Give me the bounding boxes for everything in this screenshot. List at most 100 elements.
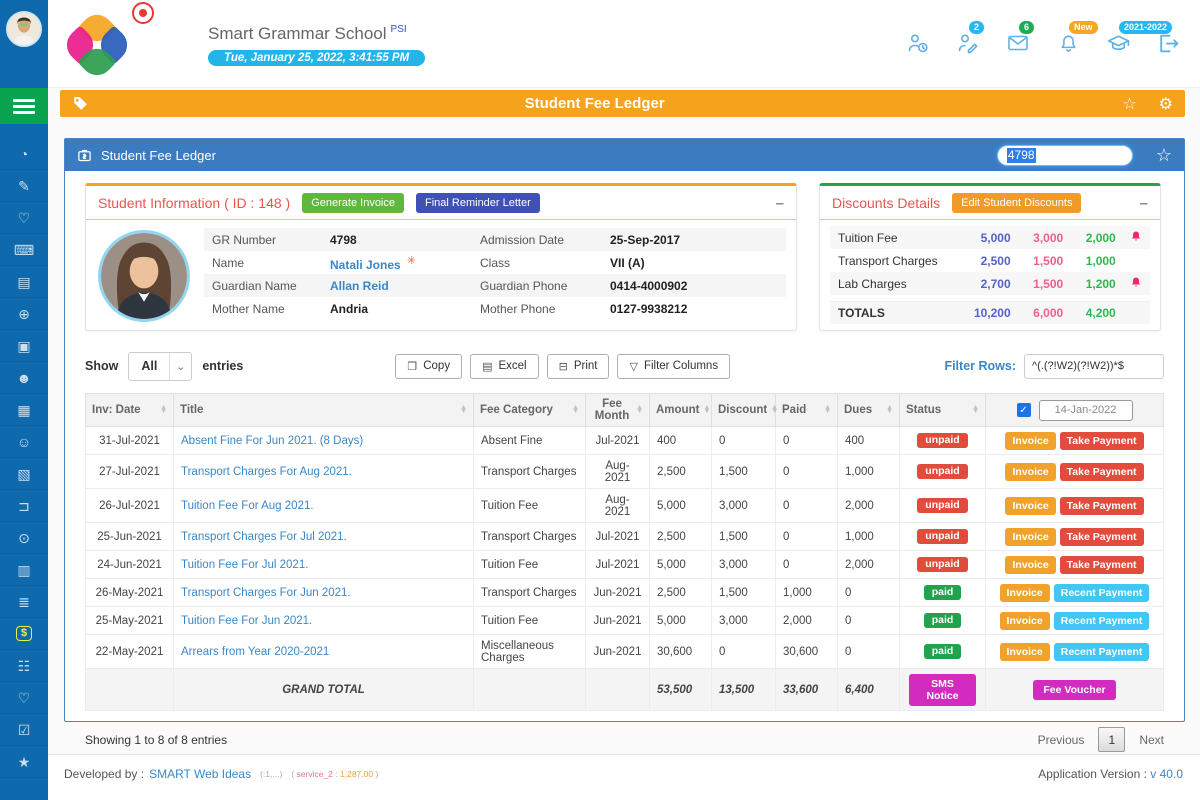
invoice-button[interactable]: Invoice (1005, 556, 1055, 574)
column-header-paid[interactable]: Paid▲▼ (776, 394, 838, 427)
sidebar-item-atm-card[interactable]: ⌨ (0, 234, 48, 266)
table-row: 22-May-2021Arrears from Year 2020-2021Mi… (86, 635, 1164, 669)
previous-page-button[interactable]: Previous (1038, 733, 1085, 747)
invoice-button[interactable]: Invoice (1005, 463, 1055, 481)
sidebar-item-fee-collection[interactable]: $ (0, 618, 48, 650)
status-badge: unpaid (917, 464, 967, 480)
collapse-icon[interactable]: – (1140, 196, 1148, 211)
sms-notice-button[interactable]: SMS Notice (909, 674, 976, 706)
tasks-icon: ☑ (18, 723, 31, 737)
generate-invoice-button[interactable]: Generate Invoice (302, 193, 404, 213)
take-payment-button[interactable]: Take Payment (1060, 463, 1144, 481)
fee-title-link[interactable]: Transport Charges For Aug 2021. (181, 466, 352, 478)
sidebar-item-front-desk[interactable]: ☺ (0, 426, 48, 458)
sidebar-item-students[interactable]: ☻ (0, 362, 48, 394)
sidebar-item-student-edit[interactable]: ✎ (0, 170, 48, 202)
recent-payment-button[interactable]: Recent Payment (1054, 584, 1150, 602)
sidebar-item-transport[interactable]: ⊐ (0, 490, 48, 522)
take-payment-button[interactable]: Take Payment (1060, 432, 1144, 450)
invoice-button[interactable]: Invoice (1000, 584, 1050, 602)
date-filter-checkbox[interactable]: ✓ (1017, 403, 1031, 417)
collapse-icon[interactable]: – (776, 196, 784, 211)
column-header-amount[interactable]: Amount▲▼ (650, 394, 712, 427)
table-header-row: Inv: Date▲▼Title▲▼Fee Category▲▼Fee Mont… (86, 394, 1164, 427)
fee-title-link[interactable]: Arrears from Year 2020-2021 (181, 646, 329, 658)
messages-icon[interactable]: 6 (1005, 30, 1031, 56)
fee-title-link[interactable]: Tuition Fee For Jun 2021. (181, 615, 312, 627)
academic-session-icon[interactable]: 2021-2022 (1105, 30, 1131, 56)
sidebar-item-hr[interactable]: ☷ (0, 650, 48, 682)
fee-title-link[interactable]: Tuition Fee For Aug 2021. (181, 500, 314, 512)
spark-gear-icon: ✳ (407, 255, 416, 267)
user-avatar[interactable] (6, 11, 42, 47)
invoice-button[interactable]: Invoice (1000, 612, 1050, 630)
column-header-fee-month[interactable]: Fee Month▲▼ (586, 394, 650, 427)
notifications-bell-icon[interactable]: New (1055, 30, 1081, 56)
sidebar-item-academics[interactable]: ★ (0, 746, 48, 778)
filter-rows-input[interactable] (1024, 354, 1164, 379)
sidebar-item-health[interactable]: ♡ (0, 202, 48, 234)
invoice-button[interactable]: Invoice (1005, 497, 1055, 515)
fee-title-link[interactable]: Transport Charges For Jun 2021. (181, 587, 351, 599)
sidebar-item-dashboard[interactable]: ◔ (0, 138, 48, 170)
student-info-card: Student Information ( ID : 148 ) Generat… (85, 183, 797, 331)
sidebar-item-id-card[interactable]: ▤ (0, 266, 48, 298)
sidebar-item-website[interactable]: ⊕ (0, 298, 48, 330)
settings-gears-icon[interactable]: ⚙ (1159, 94, 1173, 114)
sidebar-item-gallery[interactable]: ▧ (0, 458, 48, 490)
logout-icon[interactable] (1155, 30, 1181, 56)
final-reminder-button[interactable]: Final Reminder Letter (416, 193, 540, 213)
panel-favorite-star-icon[interactable]: ☆ (1156, 145, 1172, 166)
sidebar-item-tasks[interactable]: ☑ (0, 714, 48, 746)
favorite-star-icon[interactable]: ☆ (1122, 94, 1136, 114)
invoice-button[interactable]: Invoice (1005, 528, 1055, 546)
next-page-button[interactable]: Next (1139, 733, 1164, 747)
page-number-button[interactable]: 1 (1098, 727, 1125, 752)
invoice-button[interactable]: Invoice (1000, 643, 1050, 661)
excel-button[interactable]: ▤Excel (470, 354, 539, 379)
field-value-guardian-name[interactable]: Allan Reid (330, 279, 480, 293)
entries-select[interactable]: All ⌄ (128, 352, 192, 381)
sidebar-item-accounts[interactable]: ⊙ (0, 522, 48, 554)
column-header-inv-date[interactable]: Inv: Date▲▼ (86, 394, 174, 427)
sidebar-item-admissions[interactable]: ▣ (0, 330, 48, 362)
field-value-name[interactable]: Natali Jones✳ (330, 254, 480, 272)
column-header-actions: ✓ (986, 394, 1164, 427)
gt-empty (586, 669, 650, 711)
sidebar-item-library[interactable]: ≣ (0, 586, 48, 618)
take-payment-button[interactable]: Take Payment (1060, 528, 1144, 546)
company-link[interactable]: SMART Web Ideas (149, 767, 251, 781)
column-header-title[interactable]: Title▲▼ (174, 394, 474, 427)
student-info-header: Student Information ( ID : 148 ) Generat… (86, 186, 796, 220)
recent-payment-button[interactable]: Recent Payment (1054, 612, 1150, 630)
fee-title-link[interactable]: Absent Fine For Jun 2021. (8 Days) (181, 435, 363, 447)
copy-button[interactable]: ❐Copy (395, 354, 462, 379)
sidebar-item-attendance-calendar[interactable]: ▦ (0, 394, 48, 426)
attendance-clock-icon[interactable] (905, 30, 931, 56)
filter-columns-button[interactable]: ▽Filter Columns (617, 354, 730, 379)
edit-discounts-button[interactable]: Edit Student Discounts (952, 193, 1081, 213)
sidebar-item-feedback[interactable]: ♡ (0, 682, 48, 714)
header-inner: Amount▲▼ (656, 404, 705, 416)
print-button[interactable]: ⊟Print (547, 354, 610, 379)
column-header-discount[interactable]: Discount▲▼ (712, 394, 776, 427)
menu-toggle-button[interactable] (0, 88, 48, 124)
column-header-status[interactable]: Status▲▼ (900, 394, 986, 427)
fee-title-link[interactable]: Tuition Fee For Jul 2021. (181, 559, 308, 571)
take-payment-button[interactable]: Take Payment (1060, 497, 1144, 515)
cell-actions: InvoiceRecent Payment (986, 607, 1164, 635)
take-payment-button[interactable]: Take Payment (1060, 556, 1144, 574)
student-requests-icon[interactable]: 2 (955, 30, 981, 56)
gt-empty (474, 669, 586, 711)
recent-payment-button[interactable]: Recent Payment (1054, 643, 1150, 661)
fee-title-link[interactable]: Transport Charges For Jul 2021. (181, 531, 347, 543)
date-filter-input[interactable] (1039, 400, 1133, 421)
column-header-dues[interactable]: Dues▲▼ (838, 394, 900, 427)
search-input[interactable]: 4798 (997, 145, 1133, 166)
column-header-fee-category[interactable]: Fee Category▲▼ (474, 394, 586, 427)
hr-icon: ☷ (18, 659, 31, 673)
sidebar-item-inventory[interactable]: ▥ (0, 554, 48, 586)
invoice-button[interactable]: Invoice (1005, 432, 1055, 450)
fee-voucher-button[interactable]: Fee Voucher (1033, 680, 1115, 700)
student-info-row: Guardian NameAllan ReidGuardian Phone041… (204, 274, 786, 297)
